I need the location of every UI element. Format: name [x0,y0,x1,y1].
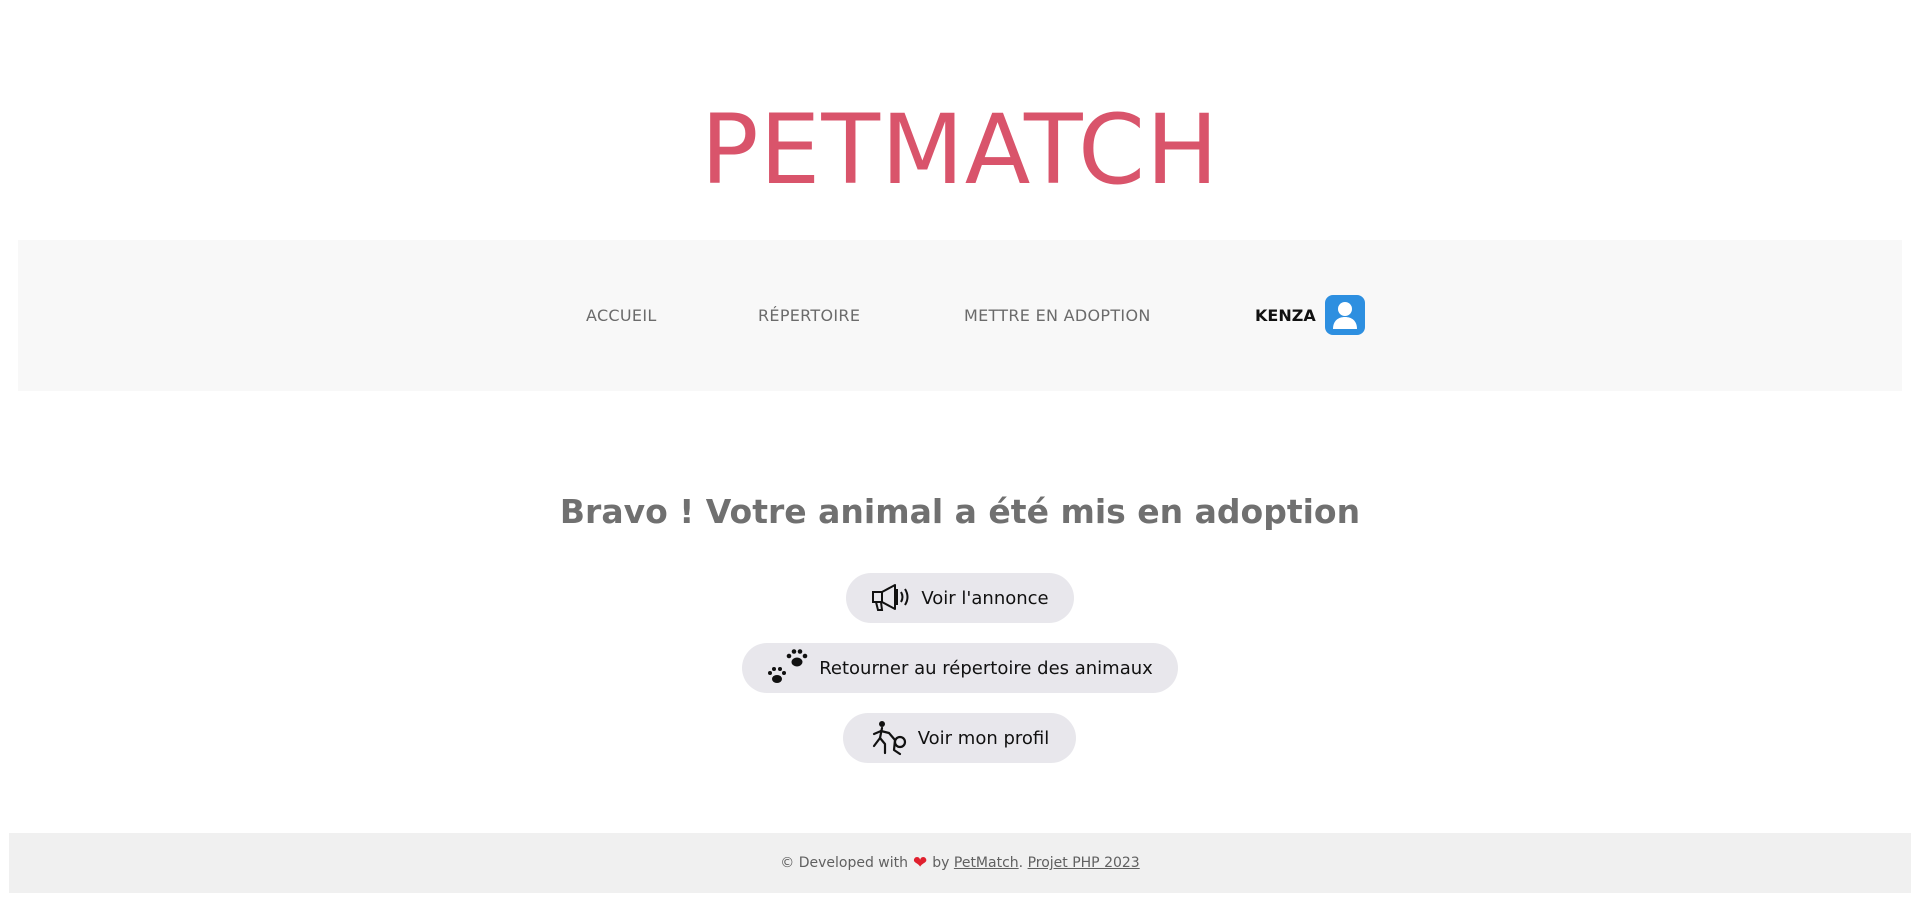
page: PETMATCH ACCUEIL RÉPERTOIRE METTRE EN AD… [0,0,1920,899]
person-walking-dog-icon [870,720,908,756]
footer-link-petmatch[interactable]: PetMatch [954,855,1019,871]
nav-user-name: KENZA [1255,305,1316,325]
nav-item-mettre-en-adoption[interactable]: METTRE EN ADOPTION [964,240,1151,391]
nav-item-repertoire[interactable]: RÉPERTOIRE [758,240,860,391]
brand-title: PETMATCH [700,94,1220,206]
view-profile-label: Voir mon profil [917,727,1050,749]
footer: © Developed with ❤ by PetMatch. Projet P… [9,833,1911,893]
user-avatar-icon [1324,295,1365,335]
navbar: ACCUEIL RÉPERTOIRE METTRE EN ADOPTION KE… [18,240,1902,391]
back-to-directory-button[interactable]: Retourner au répertoire des animaux [742,643,1178,693]
megaphone-icon [871,583,911,613]
footer-link-projet[interactable]: Projet PHP 2023 [1028,855,1140,871]
nav-item-accueil[interactable]: ACCUEIL [586,240,657,391]
nav-user-menu[interactable]: KENZA [1255,294,1365,336]
heart-icon: ❤ [913,853,928,873]
paw-prints-icon [767,648,809,688]
success-title: Bravo ! Votre animal a été mis en adopti… [559,492,1361,531]
view-profile-button[interactable]: Voir mon profil [843,713,1076,763]
view-listing-button[interactable]: Voir l'annonce [846,573,1074,623]
footer-by: by [932,855,950,871]
view-listing-label: Voir l'annonce [921,587,1049,609]
back-to-directory-label: Retourner au répertoire des animaux [819,657,1153,679]
footer-prefix: © Developed with [780,855,909,871]
footer-separator: . [1018,855,1024,871]
